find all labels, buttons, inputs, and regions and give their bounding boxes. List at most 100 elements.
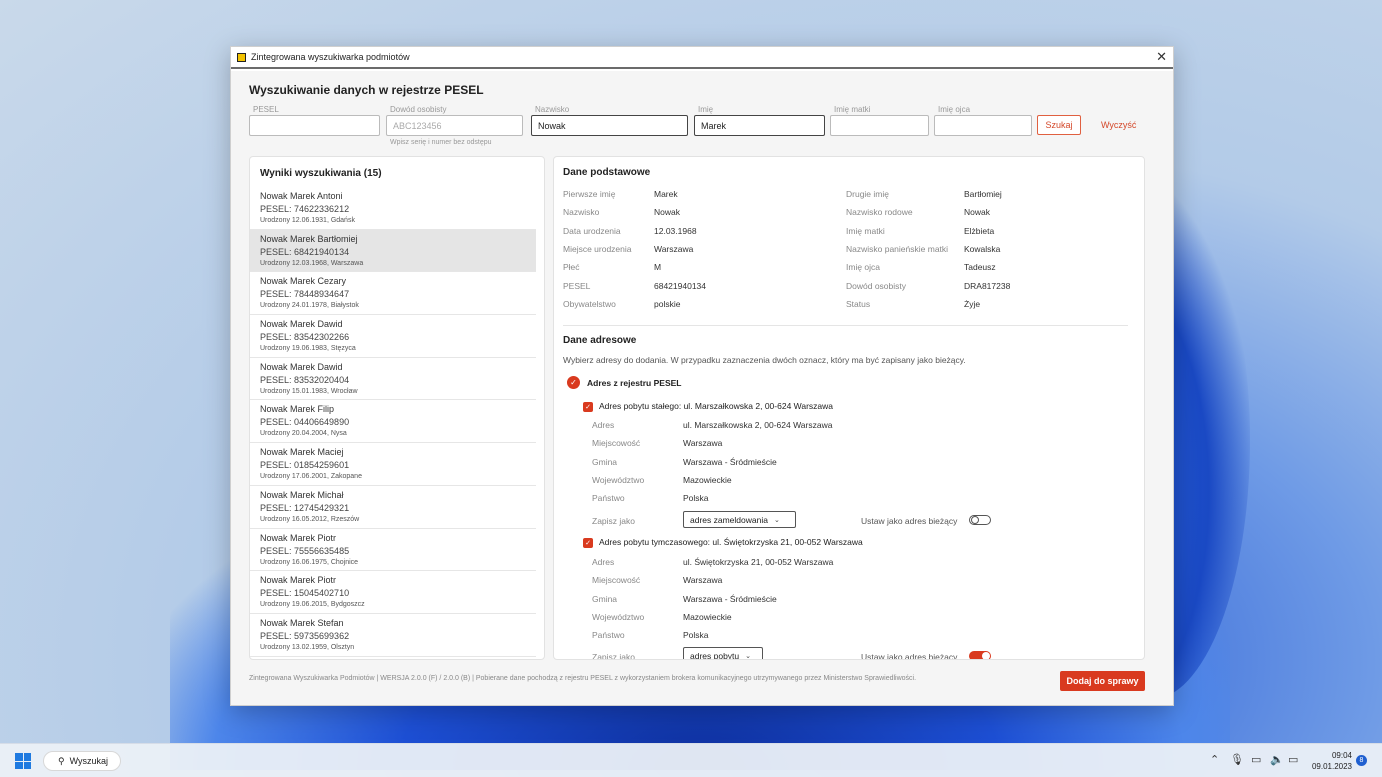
result-birth: Urodzony 16.06.1975, Chojnice: [260, 558, 359, 566]
results-list: Nowak Marek Antoni PESEL: 74622336212 Urod…: [250, 187, 544, 659]
battery-icon[interactable]: ▭: [1288, 753, 1298, 766]
result-name: Nowak Marek Antoni: [260, 191, 343, 201]
field-label: Państwo: [592, 493, 625, 504]
field-value: Mazowieckie: [683, 611, 732, 622]
result-name: Nowak Marek Maciej: [260, 447, 344, 458]
result-item[interactable]: Nowak Marek Piotr PESEL: 75556635485 Urodz…: [250, 529, 536, 572]
field-label: Pierwsze imię: [563, 189, 616, 199]
page-title: Wyszukiwanie danych w rejestrze PESEL: [249, 83, 484, 97]
result-item[interactable]: Nowak Marek ...: [250, 657, 536, 659]
field-label: PESEL: [563, 280, 591, 291]
section-divider: [563, 325, 1128, 326]
permanent-save-as-select[interactable]: adres zameldowania ⌄: [683, 511, 796, 528]
temporary-address-title: Adres pobytu tymczasowego: ul. Świętokrz…: [599, 537, 863, 547]
result-item[interactable]: Nowak Marek Piotr PESEL: 15045402710 Urodz…: [250, 571, 536, 614]
result-birth: Urodzony 12.03.1968, Warszawa: [260, 259, 364, 267]
window-title: Zintegrowana wyszukiwarka podmiotów: [251, 52, 410, 62]
windows-start-icon[interactable]: [15, 753, 31, 769]
close-icon[interactable]: ✕: [1156, 49, 1167, 65]
result-pesel: PESEL: 01854259601: [260, 460, 350, 471]
check-circle-icon: ✓: [567, 376, 580, 389]
temporary-current-toggle[interactable]: [969, 651, 991, 659]
imie-ojca-input[interactable]: [934, 115, 1032, 136]
result-item[interactable]: Nowak Marek Dawid PESEL: 83542302266 Urodz…: [250, 315, 536, 358]
field-value: DRA817238: [964, 280, 1011, 291]
field-label: Miejsce urodzenia: [563, 243, 632, 254]
field-value: Warszawa - Śródmieście: [683, 456, 777, 467]
chevron-up-icon[interactable]: ⌃: [1210, 753, 1219, 766]
field-label: Status: [846, 298, 871, 309]
field-label: Miejscowość: [592, 575, 641, 586]
imie-label: Imię: [698, 105, 714, 114]
field-value: Żyje: [964, 298, 981, 309]
address-description: Wybierz adresy do dodania. W przypadku z…: [563, 355, 966, 365]
address-data-title: Dane adresowe: [563, 335, 637, 346]
dowod-hint: Wpisz serię i numer bez odstępu: [390, 139, 492, 146]
result-name: Nowak Marek Piotr: [260, 532, 337, 543]
imie-input[interactable]: Marek: [694, 115, 825, 136]
nazwisko-input[interactable]: Nowak: [531, 115, 688, 136]
dowod-input[interactable]: ABC123456: [386, 115, 523, 136]
field-value: Warszawa - Śródmieście: [683, 593, 777, 604]
result-birth: Urodzony 19.06.2015, Bydgoszcz: [260, 601, 365, 609]
result-pesel: PESEL: 83542302266: [260, 332, 350, 343]
imie-matki-field-group: Imię matki: [830, 105, 929, 136]
result-name: Nowak Marek Filip: [260, 404, 335, 415]
result-name: Nowak Marek Bartłomiej: [260, 233, 358, 244]
field-value: 12.03.1968: [654, 225, 697, 236]
field-label: Państwo: [592, 630, 625, 641]
imie-matki-input[interactable]: [830, 115, 929, 136]
title-bar: Zintegrowana wyszukiwarka podmiotów ✕: [231, 47, 1173, 69]
pesel-label: PESEL: [253, 105, 279, 114]
app-icon: [237, 52, 246, 62]
field-label: Dowód osobisty: [846, 280, 907, 291]
taskbar-search[interactable]: ⚲ Wyszukaj: [43, 751, 121, 771]
permanent-save-as-value: adres zameldowania: [690, 514, 768, 525]
temporary-address-checkbox[interactable]: ✓: [583, 538, 593, 548]
temporary-save-as-select[interactable]: adres pobytu ⌄: [683, 647, 763, 660]
result-item[interactable]: Nowak Marek Antoni PESEL: 74622336212 Urod…: [250, 187, 536, 230]
result-pesel: PESEL: 04406649890: [260, 417, 350, 428]
permanent-address-checkbox[interactable]: ✓: [583, 402, 593, 412]
result-item[interactable]: Nowak Marek Cezary PESEL: 78448934647 Urod…: [250, 272, 536, 316]
result-item[interactable]: Nowak Marek Stefan PESEL: 59735699362 Urod…: [250, 614, 536, 657]
microphone-icon[interactable]: 🎙: [1230, 753, 1244, 766]
field-label: Nazwisko panieńskie matki: [846, 243, 949, 254]
permanent-current-toggle[interactable]: [969, 515, 991, 525]
field-value: Bartłomiej: [964, 189, 1002, 199]
volume-icon[interactable]: 🔈: [1270, 753, 1284, 766]
display-icon[interactable]: ▭: [1251, 753, 1261, 766]
result-birth: Urodzony 20.04.2004, Nysa: [260, 430, 347, 438]
result-item[interactable]: Nowak Marek Maciej PESEL: 01854259601 Urod…: [250, 443, 536, 486]
result-birth: Urodzony 24.01.1978, Białystok: [260, 302, 359, 310]
result-name: Nowak Marek Cezary: [260, 276, 347, 287]
field-value: Mazowieckie: [683, 474, 732, 485]
result-item[interactable]: Nowak Marek Michał PESEL: 12745429321 Urod…: [250, 486, 536, 529]
clear-button[interactable]: Wyczyść: [1101, 115, 1136, 135]
field-label: Nazwisko: [563, 207, 600, 218]
field-value: ul. Marszałkowska 2, 00-624 Warszawa: [683, 420, 833, 430]
search-button[interactable]: Szukaj: [1037, 115, 1081, 135]
permanent-address-title: Adres pobytu stałego: ul. Marszałkowska …: [599, 401, 834, 411]
nazwisko-label: Nazwisko: [535, 105, 570, 114]
field-label: Województwo: [592, 474, 645, 485]
pesel-input[interactable]: [249, 115, 380, 136]
result-item[interactable]: Nowak Marek Dawid PESEL: 83532020404 Urodz…: [250, 358, 536, 401]
notification-badge[interactable]: 8: [1356, 755, 1367, 766]
details-panel: Dane podstawowe Pierwsze imię Marek Nazwis…: [553, 156, 1145, 660]
result-item[interactable]: Nowak Marek Bartłomiej PESEL: 68421940134…: [250, 229, 536, 273]
clock-time: 09:04: [1331, 751, 1352, 760]
result-pesel: PESEL: 59735699362: [260, 630, 350, 641]
field-label: Drugie imię: [846, 189, 889, 199]
result-item[interactable]: Nowak Marek Filip PESEL: 04406649890 Urodz…: [250, 400, 536, 444]
temporary-set-current-label: Ustaw jako adres bieżący: [861, 652, 958, 660]
add-to-case-button[interactable]: Dodaj do sprawy: [1060, 671, 1145, 691]
field-label: Miejscowość: [592, 438, 641, 449]
result-birth: Urodzony 16.05.2012, Rzeszów: [260, 515, 360, 523]
clock[interactable]: 09:04 09.01.2023: [1310, 750, 1352, 772]
result-name: Nowak Marek Piotr: [260, 575, 337, 586]
chevron-down-icon: ⌄: [745, 652, 752, 660]
field-label: Imię ojca: [846, 262, 881, 273]
field-label: Województwo: [592, 611, 645, 622]
result-birth: Urodzony 12.06.1931, Gdańsk: [260, 217, 355, 224]
